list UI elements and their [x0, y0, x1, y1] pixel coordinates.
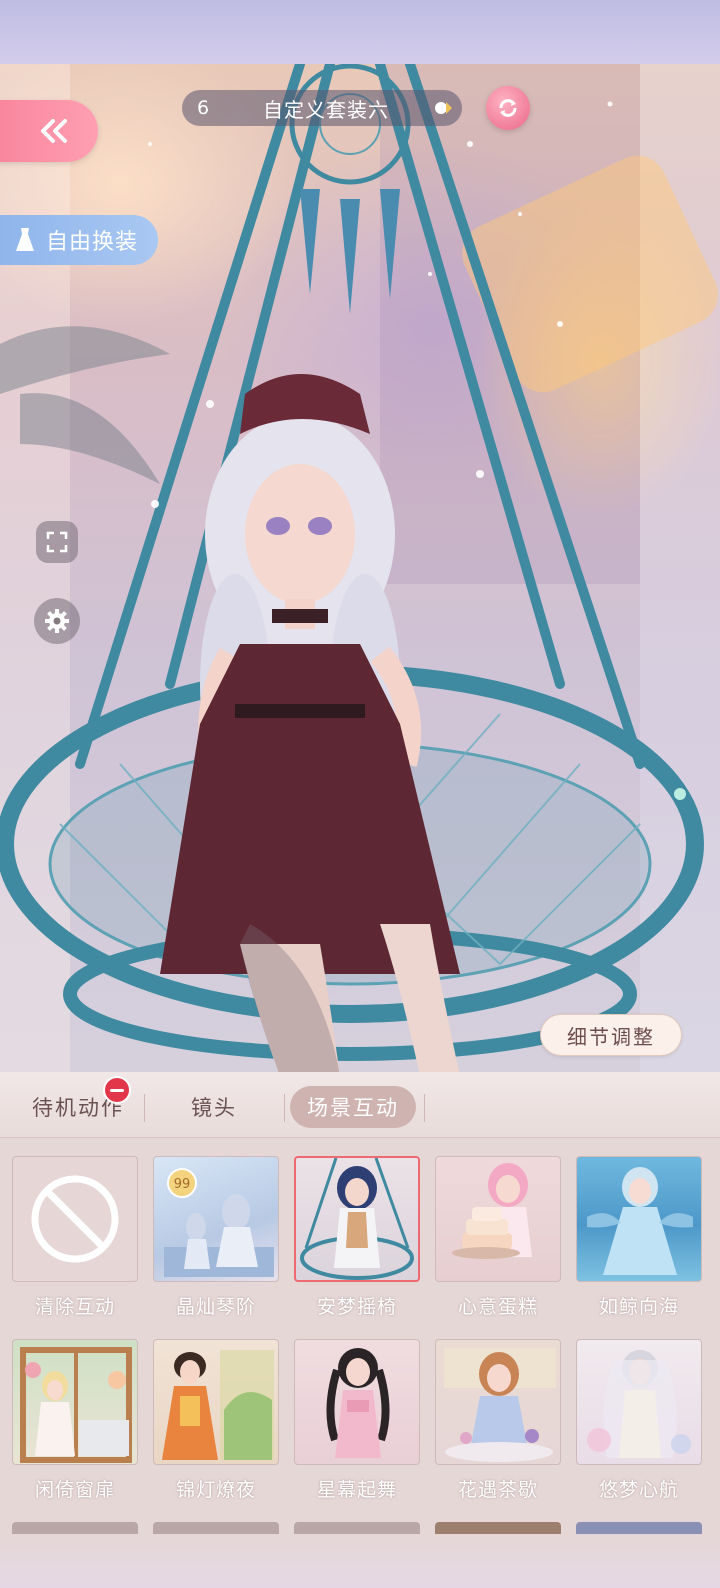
fullscreen-button[interactable]	[36, 521, 78, 563]
interaction-panel: 待机动作 镜头 场景互动 清除互动 99 晶灿琴阶 安梦摇椅 心意蛋糕 如鲸向海…	[0, 1072, 720, 1588]
outfit-number: 6	[196, 97, 210, 119]
grid-item-dream-swing[interactable]: 安梦摇椅	[294, 1156, 420, 1319]
item-thumbnail	[576, 1339, 702, 1465]
grid-item-window-lean[interactable]: 闲倚窗扉	[12, 1339, 138, 1502]
tab-divider	[284, 1094, 285, 1122]
item-label: 晶灿琴阶	[175, 1296, 256, 1318]
grid-item-dream-voyage[interactable]: 悠梦心航	[576, 1339, 702, 1502]
tab-camera[interactable]: 镜头	[150, 1086, 278, 1128]
settings-button[interactable]	[34, 598, 80, 644]
gear-icon	[45, 609, 69, 633]
item-label: 花遇茶歇	[457, 1479, 538, 1501]
partial-thumbnail	[435, 1522, 561, 1534]
grid-item-flower-tea[interactable]: 花遇茶歇	[435, 1339, 561, 1502]
item-label: 悠梦心航	[598, 1479, 679, 1501]
item-thumbnail	[12, 1339, 138, 1465]
partial-thumbnail	[294, 1522, 420, 1534]
tab-scene-interaction[interactable]: 场景互动	[290, 1086, 416, 1128]
item-label: 心意蛋糕	[457, 1296, 538, 1318]
grid-item-clear[interactable]: 清除互动	[12, 1156, 138, 1319]
back-button[interactable]	[0, 100, 98, 162]
fullscreen-icon	[46, 531, 68, 553]
item-thumbnail	[435, 1156, 561, 1282]
item-label: 星幕起舞	[316, 1479, 397, 1501]
double-chevron-left-icon	[41, 119, 67, 143]
item-thumbnail	[12, 1156, 138, 1282]
prohibited-icon	[103, 1076, 131, 1104]
partial-thumbnail	[576, 1522, 702, 1534]
partial-thumbnail	[12, 1522, 138, 1534]
item-label: 如鲸向海	[598, 1296, 679, 1318]
item-label: 锦灯燎夜	[175, 1479, 256, 1501]
outfit-selector[interactable]: 6 自定义套装六	[182, 90, 462, 126]
item-thumbnail	[153, 1339, 279, 1465]
tab-divider	[144, 1094, 145, 1122]
item-label: 闲倚窗扉	[34, 1479, 115, 1501]
grid-item-heart-cake[interactable]: 心意蛋糕	[435, 1156, 561, 1319]
partial-thumbnail	[153, 1522, 279, 1534]
grid-item-lantern-night[interactable]: 锦灯燎夜	[153, 1339, 279, 1502]
item-thumbnail	[576, 1156, 702, 1282]
top-status-strip	[0, 0, 720, 64]
swap-icon	[499, 99, 517, 117]
item-thumbnail	[294, 1156, 420, 1282]
item-thumbnail: 99	[153, 1156, 279, 1282]
bottom-shade	[0, 1534, 720, 1588]
item-thumbnail	[435, 1339, 561, 1465]
grid-item-star-dance[interactable]: 星幕起舞	[294, 1339, 420, 1502]
detail-adjust-button[interactable]: 细节调整	[540, 1014, 682, 1056]
grid-item-crystal-piano[interactable]: 99 晶灿琴阶	[153, 1156, 279, 1319]
grid-item-whale-sea[interactable]: 如鲸向海	[576, 1156, 702, 1319]
item-label: 安梦摇椅	[316, 1296, 397, 1318]
tab-bar: 待机动作 镜头 场景互动	[0, 1072, 720, 1138]
free-change-label: 自由换装	[46, 230, 139, 255]
interaction-grid: 清除互动 99 晶灿琴阶 安梦摇椅 心意蛋糕 如鲸向海 闲倚窗扉 锦灯燎夜 星幕…	[12, 1156, 712, 1502]
dress-icon	[16, 228, 34, 251]
free-change-button[interactable]: 自由换装	[0, 215, 158, 265]
outfit-name: 自定义套装六	[263, 97, 389, 122]
swap-outfit-button[interactable]	[486, 86, 530, 130]
svg-text:99: 99	[174, 1177, 191, 1192]
chevron-right-icon[interactable]	[428, 93, 458, 123]
item-label: 清除互动	[34, 1296, 115, 1318]
tab-divider	[424, 1094, 425, 1122]
no-entry-icon	[31, 1175, 119, 1263]
item-thumbnail	[294, 1339, 420, 1465]
